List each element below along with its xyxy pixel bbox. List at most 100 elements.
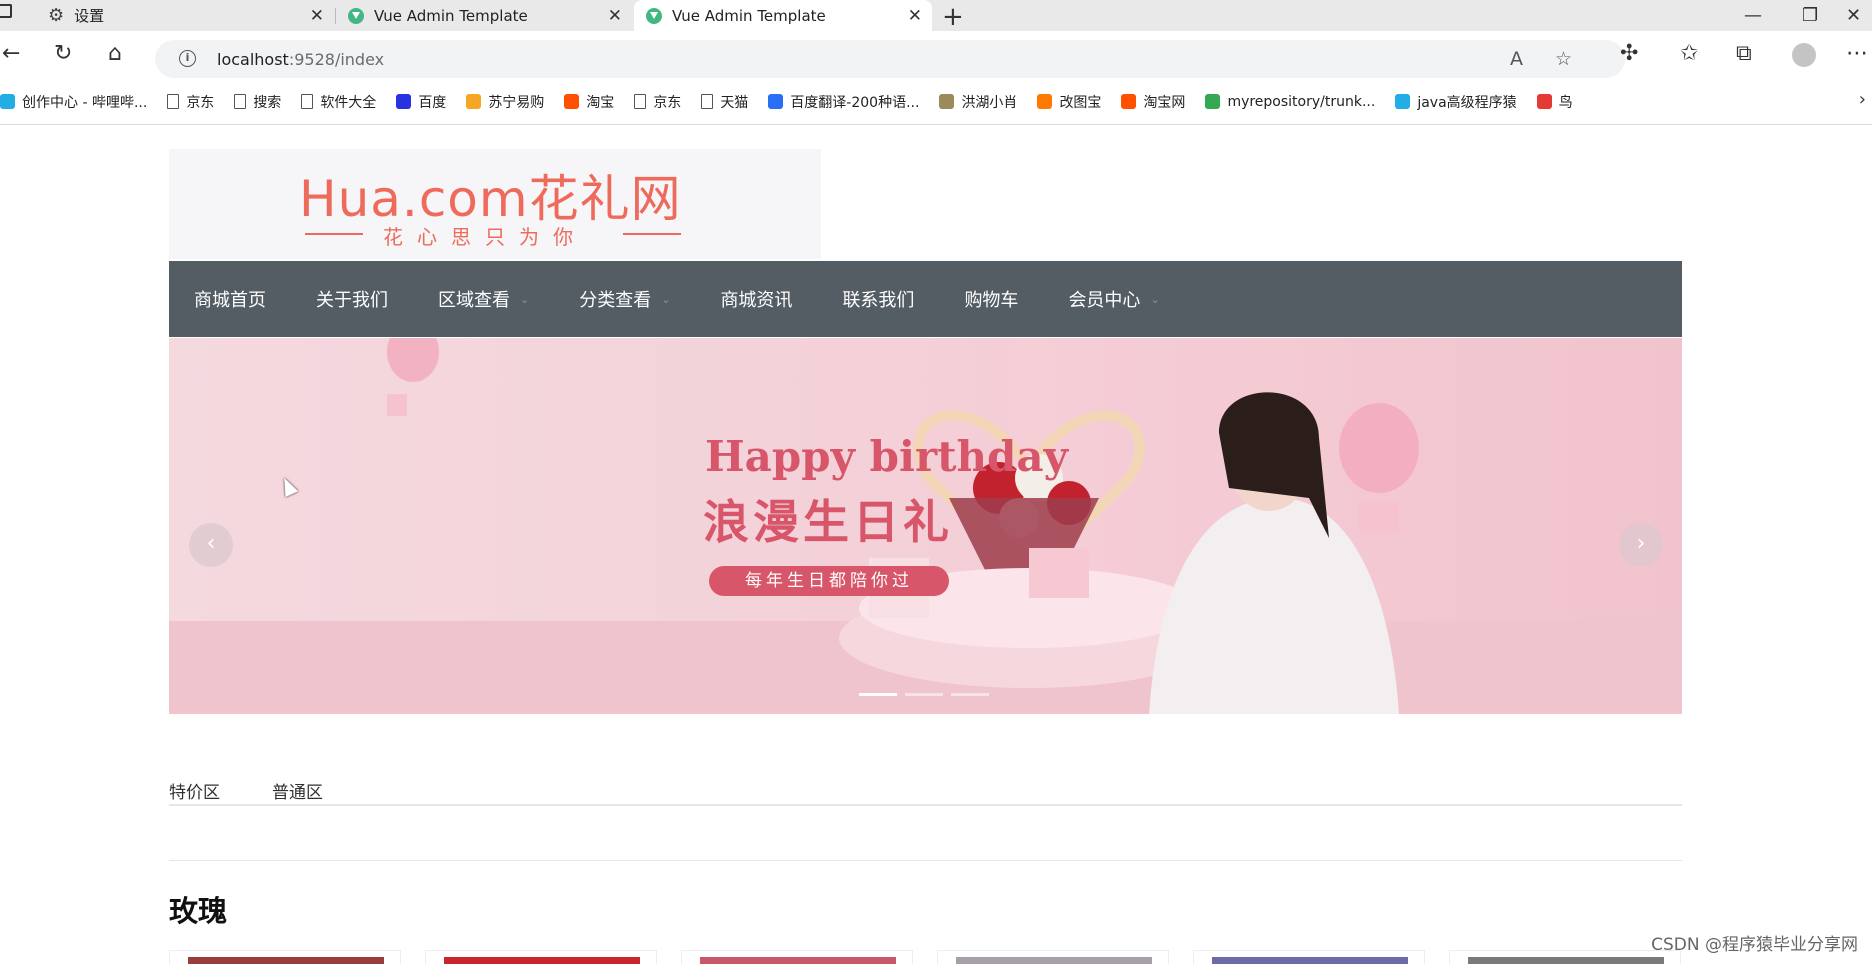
reload-icon[interactable]: ↻ <box>54 43 72 65</box>
site-info-icon[interactable]: i <box>179 50 196 67</box>
favicon-icon <box>1205 94 1221 109</box>
bookmark-label: 淘宝 <box>586 94 615 111</box>
section-divider <box>169 860 1682 861</box>
add-favorite-icon[interactable]: ☆ <box>1555 48 1572 70</box>
page-icon <box>234 94 247 109</box>
browser-tab-strip: ⚙ 设置 ✕ Vue Admin Template ✕ Vue Admin Te… <box>0 0 1872 32</box>
bookmark-label: 鸟 <box>1558 94 1573 111</box>
product-card[interactable] <box>425 950 657 964</box>
logo-divider <box>623 233 681 235</box>
bookmark-item[interactable]: 创作中心 - 哔哩哔... <box>0 92 147 112</box>
tab-settings[interactable]: ⚙ 设置 ✕ <box>34 0 334 31</box>
tab-title: 设置 <box>74 7 105 25</box>
more-menu-icon[interactable]: ⋯ <box>1846 43 1868 65</box>
page-icon <box>634 94 647 109</box>
vue-logo-icon <box>646 7 662 24</box>
url-host: localhost <box>217 50 289 69</box>
address-bar[interactable]: i localhost:9528/index A ☆ <box>155 40 1625 78</box>
product-card-row <box>169 950 1682 964</box>
carousel-indicator[interactable] <box>859 693 897 696</box>
tab-special-offer[interactable]: 特价区 <box>169 778 220 803</box>
bookmark-item[interactable]: myrepository/trunk... <box>1205 94 1375 110</box>
nav-item[interactable]: 区域查看 ⌄ <box>413 261 554 337</box>
bookmark-label: 软件大全 <box>320 94 377 111</box>
restore-icon[interactable]: ❐ <box>1802 5 1818 26</box>
tab-regular[interactable]: 普通区 <box>272 778 323 803</box>
new-tab-icon[interactable]: + <box>942 2 964 32</box>
nav-item[interactable]: 购物车 <box>939 261 1043 337</box>
bookmark-item[interactable]: 京东 <box>167 92 214 112</box>
bookmark-item[interactable]: 软件大全 <box>301 92 376 112</box>
url-text: localhost:9528/index <box>217 50 384 69</box>
main-nav: 商城首页 关于我们 区域查看 ⌄ 分类查看 ⌄ 商城资讯 联系我们 购物车 会员中心 ⌄ <box>169 261 1682 337</box>
nav-item[interactable]: 分类查看 ⌄ <box>554 261 695 337</box>
bookmark-item[interactable]: 鸟 <box>1536 92 1573 112</box>
product-card[interactable] <box>937 950 1169 964</box>
bookmark-item[interactable]: 百度 <box>396 92 446 112</box>
bookmark-label: 洪湖小肖 <box>961 94 1018 111</box>
nav-item-label: 区域查看 <box>438 290 510 311</box>
nav-item-label: 联系我们 <box>842 290 915 311</box>
collections-icon[interactable]: ⧉ <box>1736 43 1752 65</box>
tab-vue-admin-active[interactable]: Vue Admin Template ✕ <box>634 0 932 31</box>
chevron-down-icon: ⌄ <box>520 292 530 306</box>
bookmark-item[interactable]: 京东 <box>634 92 681 112</box>
carousel-indicator[interactable] <box>905 693 943 696</box>
nav-item[interactable]: 会员中心 ⌄ <box>1043 261 1184 337</box>
close-icon[interactable]: ✕ <box>310 6 324 26</box>
read-aloud-icon[interactable]: A <box>1510 48 1523 70</box>
favorites-icon[interactable]: ✩ <box>1680 43 1698 65</box>
bookmark-item[interactable]: 搜索 <box>234 92 281 112</box>
close-icon[interactable]: ✕ <box>608 6 622 26</box>
nav-item[interactable]: 关于我们 <box>291 261 413 337</box>
bookmarks-overflow-icon[interactable]: › <box>1859 89 1866 110</box>
bookmark-item[interactable]: 苏宁易购 <box>466 92 544 112</box>
close-window-icon[interactable]: ✕ <box>1846 5 1861 26</box>
banner-title-cn: 浪漫生日礼 <box>703 495 953 549</box>
bookmark-item[interactable]: 百度翻译-200种语... <box>768 92 919 112</box>
site-logo[interactable]: Hua.com花礼网 花心思只为你 <box>169 149 821 259</box>
home-icon[interactable]: ⌂ <box>108 43 122 65</box>
close-icon[interactable]: ✕ <box>908 6 922 26</box>
nav-item[interactable]: 商城资讯 <box>695 261 817 337</box>
favicon-icon <box>1037 94 1053 109</box>
bookmark-label: 天猫 <box>720 94 749 111</box>
bookmark-item[interactable]: 改图宝 <box>1037 92 1101 112</box>
url-path: :9528/index <box>288 50 385 69</box>
bookmark-item[interactable]: 淘宝网 <box>1121 92 1185 112</box>
bookmark-label: 百度 <box>418 94 447 111</box>
nav-item-label: 分类查看 <box>579 290 652 311</box>
product-card[interactable] <box>169 950 401 964</box>
product-card[interactable] <box>681 950 913 964</box>
bookmark-item[interactable]: 淘宝 <box>564 92 614 112</box>
bookmark-label: 京东 <box>186 94 215 111</box>
product-image <box>1212 957 1408 964</box>
tab-vue-admin[interactable]: Vue Admin Template ✕ <box>336 0 632 31</box>
minimize-icon[interactable]: — <box>1744 5 1762 26</box>
nav-item[interactable]: 联系我们 <box>817 261 939 337</box>
bookmark-label: 淘宝网 <box>1143 94 1186 111</box>
page-icon <box>167 94 180 109</box>
carousel-indicator[interactable] <box>951 693 989 696</box>
tab-actions-icon[interactable] <box>0 4 12 18</box>
back-icon[interactable]: ← <box>2 43 20 65</box>
favicon-icon <box>939 94 955 109</box>
bookmark-item[interactable]: java高级程序猿 <box>1395 92 1517 112</box>
banner-carousel[interactable]: Happy birthday 浪漫生日礼 每年生日都陪你过 ‹ › <box>169 338 1682 714</box>
extensions-icon[interactable]: ✣ <box>1620 43 1638 65</box>
carousel-next-button[interactable]: › <box>1619 523 1663 567</box>
banner-tagline: 每年生日都陪你过 <box>709 566 949 596</box>
bookmark-item[interactable]: 洪湖小肖 <box>939 92 1017 112</box>
favicon-icon <box>1536 94 1552 109</box>
nav-item[interactable]: 商城首页 <box>169 261 291 337</box>
product-card[interactable] <box>1449 950 1681 964</box>
bookmark-label: 京东 <box>653 94 682 111</box>
carousel-prev-button[interactable]: ‹ <box>189 523 233 567</box>
bookmark-item[interactable]: 天猫 <box>701 92 748 112</box>
carousel-indicators <box>859 693 997 696</box>
bookmark-label: 创作中心 - 哔哩哔... <box>22 94 148 111</box>
profile-avatar[interactable] <box>1792 43 1816 67</box>
product-card[interactable] <box>1193 950 1425 964</box>
chevron-down-icon: ⌄ <box>661 292 671 306</box>
favicon-icon <box>564 94 580 109</box>
